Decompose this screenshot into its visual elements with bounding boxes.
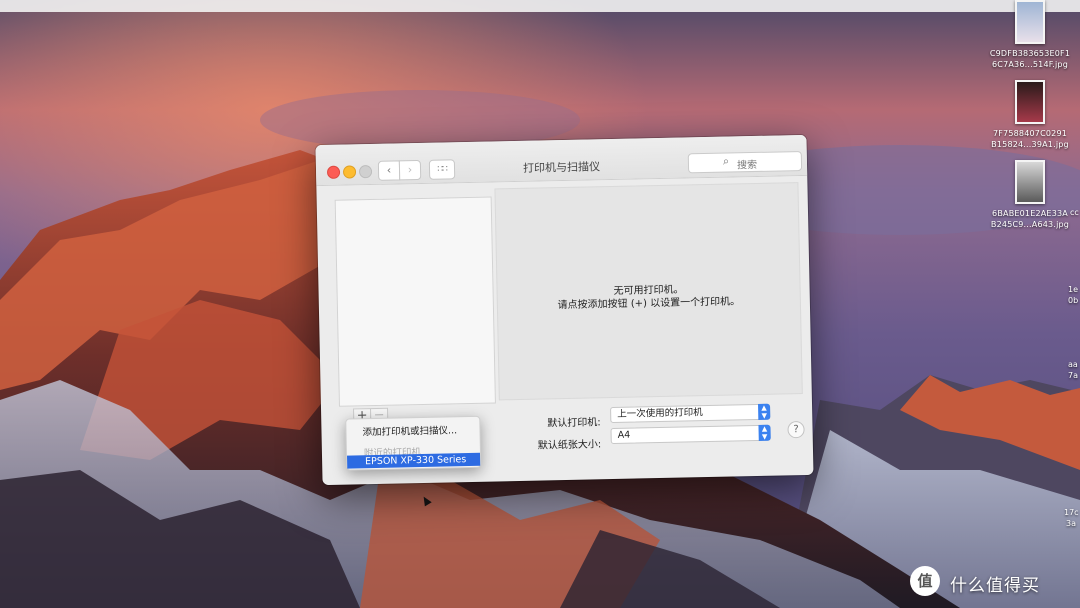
search-field[interactable]: ⌕ 搜索 [687, 150, 803, 174]
edge-label: aa [1068, 360, 1078, 369]
search-placeholder: 搜索 [736, 159, 758, 172]
search-icon: ⌕ [722, 154, 730, 168]
default-printer-select[interactable]: 上一次使用的打印机 ▲ ▼ [610, 403, 771, 424]
help-button[interactable]: ? [787, 421, 805, 439]
watermark-text: 什么值得买 [950, 576, 1040, 596]
desktop-file[interactable]: 6BABE01E2AE33A B245C9...A643.jpg [982, 160, 1078, 230]
menu-item-add-printer-or-scanner[interactable]: 添加打印机或扫描仪... [362, 422, 457, 438]
printers-scanners-window: ‹ › ∷∷ 打印机与扫描仪 ⌕ 搜索 无可用打印机。 请点按添加按钮 (+) … [315, 134, 814, 507]
paper-size-value: A4 [617, 429, 631, 441]
file-name: B245C9...A643.jpg [990, 220, 1070, 229]
printer-list[interactable] [334, 196, 496, 407]
printer-detail-pane: 无可用打印机。 请点按添加按钮 (+) 以设置一个打印机。 [494, 182, 803, 401]
menu-item-label: EPSON XP-330 Series [365, 454, 467, 468]
edge-label: 1e [1068, 285, 1079, 294]
file-name: B15824...39A1.jpg [991, 140, 1069, 149]
desktop-file[interactable]: 7F7588407C0291 B15824...39A1.jpg [982, 80, 1078, 150]
watermark-logo: 值 [910, 566, 940, 596]
desktop-file[interactable]: C9DFB383653E0F1 6C7A36...514F.jpg [982, 0, 1078, 70]
edge-label: 7a [1068, 371, 1078, 380]
default-printer-value: 上一次使用的打印机 [617, 407, 703, 420]
edge-label: 3a [1066, 519, 1076, 528]
edge-label: 17c [1064, 508, 1079, 517]
file-name: 6C7A36...514F.jpg [992, 60, 1068, 69]
image-thumbnail [1015, 0, 1045, 44]
paper-size-select[interactable]: A4 ▲ ▼ [610, 424, 771, 445]
updown-chevron-icon: ▲ ▼ [758, 403, 771, 420]
image-thumbnail [1015, 160, 1045, 204]
file-name: C9DFB383653E0F1 [989, 49, 1071, 58]
default-printer-label: 默认打印机: [547, 417, 601, 430]
file-name: 7F7588407C0291 [992, 129, 1068, 138]
edge-label: cc [1070, 208, 1079, 217]
image-thumbnail [1015, 80, 1045, 124]
add-printer-menu: 添加打印机或扫描仪... 附近的打印机 EPSON XP-330 Series [345, 415, 482, 507]
edge-label: 0b [1068, 296, 1079, 305]
file-name: 6BABE01E2AE33A [992, 209, 1068, 218]
updown-chevron-icon: ▲ ▼ [758, 424, 771, 441]
paper-size-label: 默认纸张大小: [537, 439, 602, 452]
menu-item-epson-printer[interactable]: EPSON XP-330 Series [347, 452, 481, 507]
